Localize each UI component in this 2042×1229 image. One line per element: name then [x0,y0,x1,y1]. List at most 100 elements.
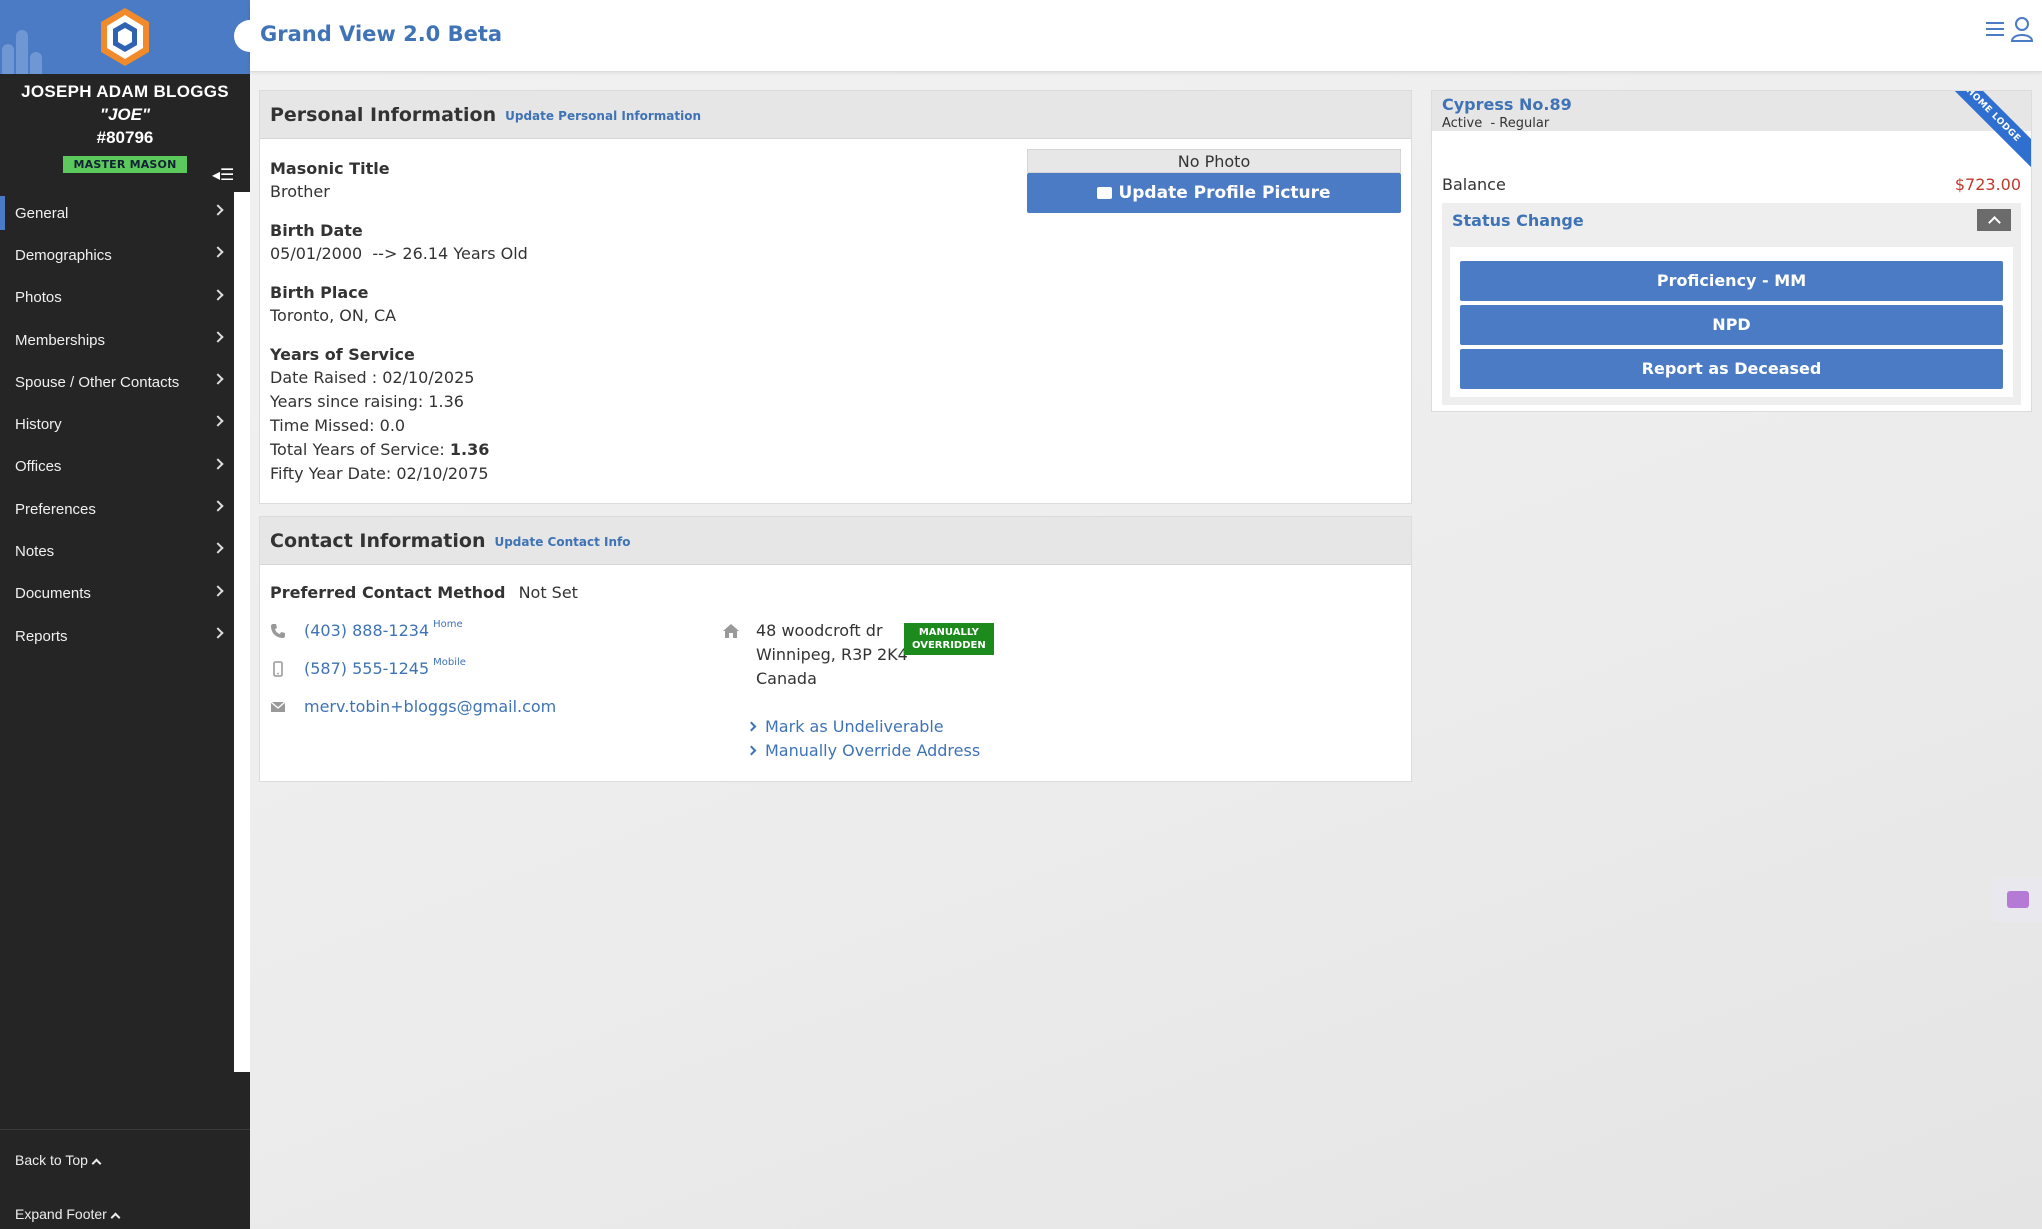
sidebar-scroll-rail [234,192,250,1072]
sidebar-item-notes[interactable]: Notes [0,530,234,572]
chat-bubble-icon [2007,891,2029,908]
top-bar: Grand View 2.0 Beta [234,0,2042,72]
no-photo-placeholder: No Photo [1027,149,1401,173]
camera-icon [1097,187,1113,199]
home-address-icon [723,624,739,638]
chevron-right-icon [212,542,224,555]
rank-badge: MASTER MASON [63,156,187,173]
sidebar-item-preferences[interactable]: Preferences [0,488,234,530]
logo-band [0,0,250,74]
chevron-up-icon [110,1212,121,1223]
birth-place-label: Birth Place [270,283,369,302]
lodge-name-link[interactable]: Cypress No.89 [1442,95,2021,114]
chevron-right-icon [212,627,224,639]
balance-amount: $723.00 [1954,175,2021,194]
sidebar-item-label: Notes [15,543,55,561]
mobile-phone-row: (587) 555-1245 Mobile [270,657,466,678]
sidebar-footer: Back to Top Expand Footer [0,1129,250,1229]
sidebar-item-label: Offices [15,458,62,476]
phone-icon [271,623,285,638]
report-deceased-button[interactable]: Report as Deceased [1460,349,2003,389]
email-row: merv.tobin+bloggs@gmail.com [270,697,556,716]
member-nickname: "JOE" [99,105,151,124]
mark-undeliverable-link[interactable]: Mark as Undeliverable [746,717,944,736]
total-years-label: Total Years of Service: [270,440,450,459]
update-contact-info-link[interactable]: Update Contact Info [494,535,630,549]
sidebar-item-label: General [15,204,69,222]
lodge-header: Cypress No.89 Active - Regular HOME LODG… [1432,91,2031,172]
member-number: #80796 [96,128,154,147]
years-of-service-block: Years of Service Date Raised : 02/10/202… [270,345,489,486]
chevron-right-icon [212,204,224,216]
member-profile: JOSEPH ADAM BLOGGS "JOE" #80796 MASTER M… [0,74,250,192]
expand-footer-link[interactable]: Expand Footer [15,1206,121,1223]
home-lodge-panel: Cypress No.89 Active - Regular HOME LODG… [1431,90,2032,412]
preferred-contact-value: Not Set [518,583,578,602]
preferred-contact-method: Preferred Contact Method Not Set [270,583,578,602]
chevron-right-icon [212,585,224,597]
feedback-tab[interactable] [1992,878,2042,922]
sidebar-item-label: Spouse / Other Contacts [15,373,180,391]
sidebar-item-label: Photos [15,289,62,307]
sidebar-nav: General Demographics Photos Memberships … [0,192,234,1072]
status-change-box: Status Change Proficiency - MM NPD Repor… [1442,203,2021,405]
sidebar-item-demographics[interactable]: Demographics [0,234,234,276]
date-raised: Date Raised : 02/10/2025 [270,368,475,387]
mobile-phone-icon [273,660,283,677]
user-account-icon[interactable] [2010,16,2034,42]
status-actions: Proficiency - MM NPD Report as Deceased [1450,247,2013,397]
manually-overridden-badge: MANUALLY OVERRIDDEN [904,623,994,655]
email-link[interactable]: merv.tobin+bloggs@gmail.com [304,697,556,716]
years-since-raising: Years since raising: 1.36 [270,392,464,411]
address-line-3: Canada [756,669,817,688]
birth-date-value: 05/01/2000 --> 26.14 Years Old [270,244,528,263]
app-logo-icon[interactable] [98,6,152,68]
back-to-top-link[interactable]: Back to Top [15,1152,102,1169]
sidebar-item-label: Documents [15,585,91,603]
chevron-right-icon [212,415,224,428]
sidebar-item-label: Memberships [15,331,106,349]
update-profile-picture-button[interactable]: Update Profile Picture [1027,173,1401,213]
sidebar-item-spouse-contacts[interactable]: Spouse / Other Contacts [0,361,234,403]
npd-button[interactable]: NPD [1460,305,2003,345]
sidebar-item-offices[interactable]: Offices [0,446,234,488]
mobile-phone-link[interactable]: (587) 555-1245 [304,659,429,678]
home-phone-link[interactable]: (403) 888-1234 [304,621,429,640]
manually-override-address-link[interactable]: Manually Override Address [746,741,980,760]
sidebar-item-general[interactable]: General [0,192,234,234]
masonic-title-label: Masonic Title [270,159,390,178]
sidebar-item-memberships[interactable]: Memberships [0,319,234,361]
address-line-2: Winnipeg, R3P 2K4 [756,645,908,664]
collapse-sidebar-icon[interactable]: ◂☰ [212,165,234,184]
chevron-right-icon [746,721,757,732]
birth-place-value: Toronto, ON, CA [270,306,397,325]
sidebar-item-history[interactable]: History [0,403,234,445]
back-to-top-label: Back to Top [15,1152,88,1168]
personal-information-title: Personal Information [270,103,497,126]
chevron-right-icon [212,458,224,470]
lodge-status: Active - Regular [1442,116,1550,131]
chevron-right-icon [212,500,224,512]
home-phone-tag: Home [433,619,463,630]
mark-undeliverable-label: Mark as Undeliverable [765,717,944,736]
chevron-right-icon [212,373,224,385]
chevron-up-icon [91,1158,102,1169]
status-change-title: Status Change [1452,211,1584,230]
sidebar-item-label: History [15,416,62,434]
update-profile-picture-label: Update Profile Picture [1118,183,1331,203]
masonic-title-block: Masonic Title Brother [270,159,390,201]
chevron-right-icon [212,288,224,301]
sidebar-item-documents[interactable]: Documents [0,573,234,615]
update-personal-info-link[interactable]: Update Personal Information [505,109,701,123]
preferred-contact-label: Preferred Contact Method [270,583,506,602]
proficiency-mm-button[interactable]: Proficiency - MM [1460,261,2003,301]
hamburger-menu-icon[interactable] [1986,22,2004,38]
sidebar-item-reports[interactable]: Reports [0,615,234,657]
sidebar-item-photos[interactable]: Photos [0,277,234,319]
birth-date-block: Birth Date 05/01/2000 --> 26.14 Years Ol… [270,221,528,263]
override-badge-line-2: OVERRIDDEN [912,640,986,651]
collapse-status-button[interactable] [1977,209,2011,231]
chevron-right-icon [212,331,224,343]
contact-information-title: Contact Information [270,529,486,552]
envelope-icon [270,700,286,712]
